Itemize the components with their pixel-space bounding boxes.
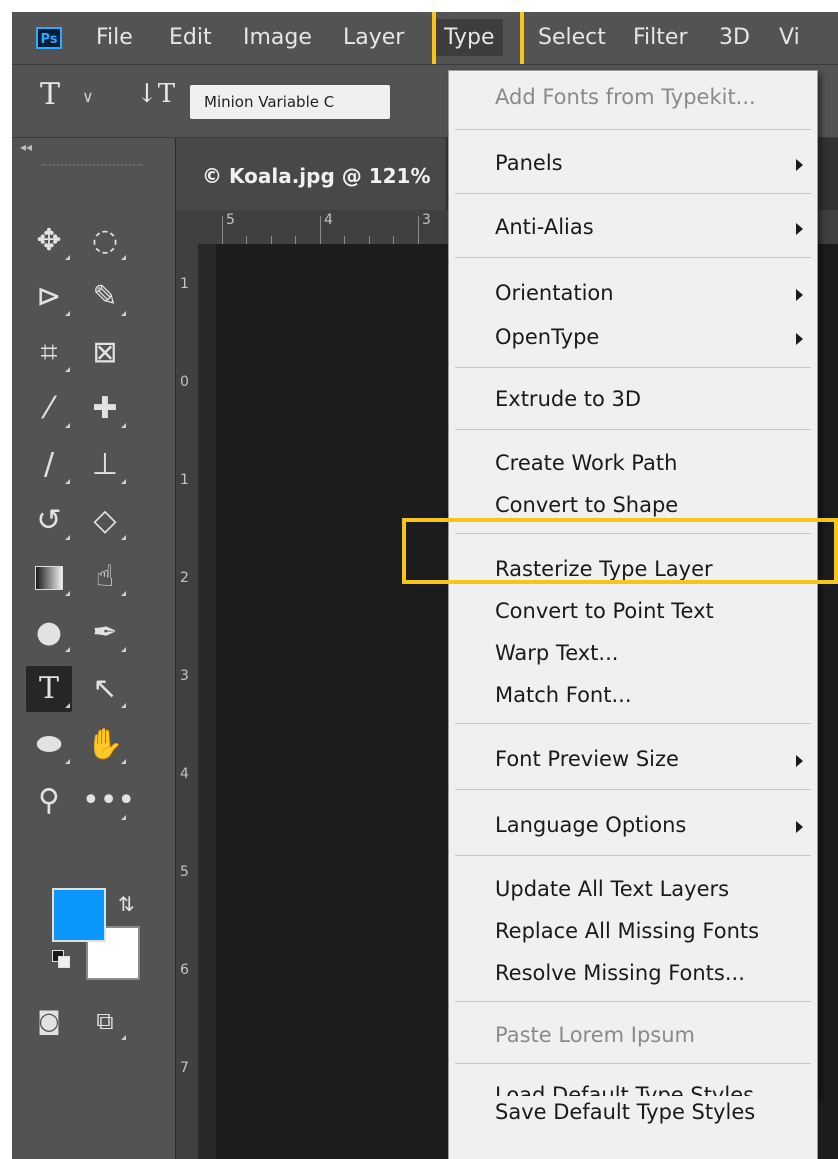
history-brush-icon[interactable]: ↺ [26,498,72,544]
hand-icon[interactable]: ✋ [82,722,128,768]
ellipse-shape-icon[interactable]: ⬬ [26,722,72,768]
menu-separator [455,129,811,130]
menu-item-save-default-type-styles[interactable]: Save Default Type Styles [495,1100,755,1124]
menu-item-update-all-text-layers[interactable]: Update All Text Layers [495,877,729,901]
menu-item-create-work-path[interactable]: Create Work Path [495,451,677,475]
menu-filter[interactable]: Filter [633,25,687,50]
ruler-label: 1 [180,472,189,488]
ruler-label: 3 [180,668,189,684]
zoom-icon[interactable]: ⚲ [26,778,72,824]
panel-grip[interactable] [42,164,142,174]
collapse-panel-icon[interactable]: ◂◂ [20,140,32,154]
menu-separator [455,855,811,856]
brush-icon[interactable]: / [26,442,72,488]
menu-separator [455,367,811,368]
menu-select[interactable]: Select [538,25,606,50]
menu-separator [455,429,811,430]
screen-mode-icon[interactable]: ⧉ [82,998,128,1044]
frame-icon[interactable]: ⊠ [82,330,128,376]
ruler-label: 4 [180,766,189,782]
gradient-icon[interactable] [26,554,72,600]
vertical-ruler[interactable]: 1 0 1 2 3 4 5 6 7 [176,244,199,1159]
ellipse-marquee-icon[interactable]: ◌ [82,218,128,264]
rasterize-highlight-box [402,518,838,584]
eraser-icon[interactable]: ◇ [82,498,128,544]
move-icon[interactable]: ✥ [26,218,72,264]
menu-item-extrude-3d[interactable]: Extrude to 3D [495,387,641,411]
text-orientation-icon[interactable]: ↓T [136,79,175,109]
ruler-label: 4 [324,212,333,228]
ruler-label: 1 [180,276,189,292]
menu-item-match-font[interactable]: Match Font... [495,683,632,707]
tool-preset-chevron-icon[interactable]: ∨ [82,87,94,106]
swap-colors-icon[interactable]: ⇅ [118,892,135,916]
menu-layer[interactable]: Layer [343,25,404,50]
clone-stamp-icon[interactable]: ⊥ [82,442,128,488]
menu-item-anti-alias[interactable]: Anti-Alias [495,215,594,239]
type-menu-dropdown-bottom: Save Default Type Styles [448,1096,818,1159]
menu-item-font-preview-size[interactable]: Font Preview Size [495,747,679,771]
polygonal-lasso-icon[interactable]: ⊳ [26,274,72,320]
menu-bar: Ps File Edit Image Layer Type Select Fil… [12,12,838,64]
dodge-icon[interactable]: ● [26,610,72,656]
submenu-arrow-icon [796,821,803,833]
quick-mask-icon[interactable]: ◙ [26,998,72,1044]
submenu-arrow-icon [796,333,803,345]
menu-item-resolve-missing-fonts[interactable]: Resolve Missing Fonts... [495,961,745,985]
type-menu-highlight-box [432,12,524,72]
submenu-arrow-icon [796,159,803,171]
menu-file[interactable]: File [96,25,133,50]
photoshop-logo[interactable]: Ps [36,27,62,49]
menu-separator [455,193,811,194]
menu-separator [455,789,811,790]
submenu-arrow-icon [796,755,803,767]
menu-3d[interactable]: 3D [719,25,750,50]
menu-separator [455,1001,811,1002]
ruler-label: 6 [180,962,189,978]
menu-item-panels[interactable]: Panels [495,151,563,175]
menu-item-convert-to-shape[interactable]: Convert to Shape [495,493,678,517]
tools-panel: ◂◂ ✥ ◌ ⊳ ✎ ⌗ ⊠ ⁄ ✚ / ⊥ ↺ ◇ ☝ ● ✒ T ↖ ⬬ ✋… [12,138,176,1159]
ruler-label: 3 [422,212,431,228]
photoshop-window: Ps File Edit Image Layer Type Select Fil… [12,12,838,1159]
menu-item-orientation[interactable]: Orientation [495,281,614,305]
type-menu-dropdown: Add Fonts from Typekit... Panels Anti-Al… [448,70,818,1107]
more-tools-icon[interactable]: ••• [82,778,135,824]
menu-edit[interactable]: Edit [169,25,212,50]
menu-separator [455,723,811,724]
menu-item-paste-lorem-ipsum: Paste Lorem Ipsum [495,1023,695,1047]
submenu-arrow-icon [796,289,803,301]
menu-separator [455,257,811,258]
submenu-arrow-icon [796,223,803,235]
menu-item-add-fonts-typekit: Add Fonts from Typekit... [495,85,756,109]
menu-separator [455,1063,811,1064]
ruler-origin[interactable] [176,210,198,244]
type-tool-icon[interactable]: T [40,77,60,112]
eyedropper-icon[interactable]: ⁄ [26,386,72,432]
menu-item-convert-to-point-text[interactable]: Convert to Point Text [495,599,714,623]
menu-image[interactable]: Image [243,25,312,50]
ruler-label: 5 [226,212,235,228]
type-icon[interactable]: T [26,666,72,712]
menu-item-language-options[interactable]: Language Options [495,813,686,837]
crop-icon[interactable]: ⌗ [26,330,72,376]
foreground-color-swatch[interactable] [52,888,106,942]
path-selection-icon[interactable]: ↖ [82,666,128,712]
default-colors-icon[interactable] [52,950,70,968]
menu-item-warp-text[interactable]: Warp Text... [495,641,618,665]
quick-selection-icon[interactable]: ✎ [82,274,128,320]
font-family-field[interactable]: Minion Variable C [190,85,390,119]
ruler-label: 2 [180,570,189,586]
document-tab[interactable]: © Koala.jpg @ 121% [176,138,446,210]
menu-item-opentype[interactable]: OpenType [495,325,599,349]
healing-brush-icon[interactable]: ✚ [82,386,128,432]
ruler-label: 0 [180,374,189,390]
ruler-label: 7 [180,1060,189,1076]
pen-icon[interactable]: ✒ [82,610,128,656]
menu-item-replace-missing-fonts[interactable]: Replace All Missing Fonts [495,919,759,943]
menu-view[interactable]: Vi [779,25,800,50]
ruler-label: 5 [180,864,189,880]
smudge-icon[interactable]: ☝ [82,554,128,600]
